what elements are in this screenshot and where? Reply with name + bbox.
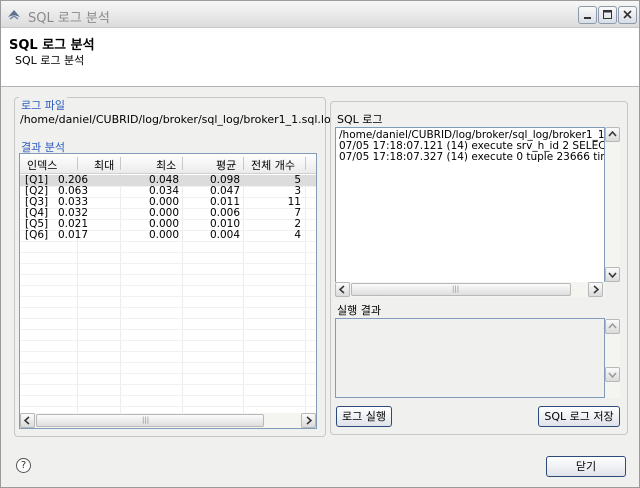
arrow-down-icon [608, 372, 617, 379]
table-gridline [20, 285, 316, 286]
table-gridline [20, 329, 316, 330]
scroll-left-button[interactable] [335, 282, 350, 297]
sql-log-scroll-thumb[interactable]: ||| [351, 283, 571, 296]
table-gridline [20, 307, 316, 308]
table-gridline [20, 362, 316, 363]
exec-result-label: 실행 결과 [337, 304, 381, 317]
exec-result-textarea[interactable] [335, 318, 605, 398]
close-button[interactable]: 닫기 [546, 456, 626, 477]
table-gridline [20, 406, 316, 407]
header-title: SQL 로그 분석 [9, 38, 95, 53]
maximize-icon [603, 10, 612, 19]
table-gridline [20, 373, 316, 374]
arrow-left-icon [23, 416, 30, 425]
app-icon [8, 10, 20, 20]
scroll-up-button[interactable] [605, 319, 620, 334]
arrow-right-icon [306, 416, 313, 425]
analysis-table[interactable]: 인덱스 최대 최소 평균 전체 개수 [Q1] 0.206 0.048 0.09… [19, 153, 317, 429]
scroll-down-button[interactable] [605, 267, 620, 282]
sql-log-analysis-dialog: SQL 로그 분석 SQL 로그 분석 SQL 로그 분석 로그 파일 /hom… [0, 0, 640, 488]
header-subtitle: SQL 로그 분석 [15, 54, 85, 67]
table-gridline [20, 384, 316, 385]
log-file-legend: 로그 파일 [19, 97, 67, 113]
table-gridline [20, 274, 316, 275]
table-gridline [20, 263, 316, 264]
table-gridline [20, 340, 316, 341]
table-gridline [20, 351, 316, 352]
sql-log-textarea[interactable]: /home/daniel/CUBRID/log/broker/sql_log/b… [335, 127, 605, 297]
table-gridline [20, 318, 316, 319]
col-count[interactable]: 전체 개수 [251, 157, 295, 173]
log-file-group: 로그 파일 /home/daniel/CUBRID/log/broker/sql… [17, 97, 331, 131]
log-file-path: /home/daniel/CUBRID/log/broker/sql_log/b… [20, 113, 331, 126]
exec-result-vertical-scrollbar[interactable] [605, 319, 620, 398]
sql-log-label: SQL 로그 [337, 113, 383, 126]
arrow-up-icon [608, 322, 617, 329]
col-min[interactable]: 최소 [156, 157, 176, 173]
minimize-icon [584, 17, 591, 19]
scroll-right-button[interactable] [301, 413, 316, 428]
help-icon[interactable]: ? [16, 458, 31, 473]
table-gridline [20, 252, 316, 253]
table-header: 인덱스 최대 최소 평균 전체 개수 [20, 154, 316, 174]
sql-log-horizontal-scrollbar[interactable]: ||| [335, 282, 605, 297]
table-scroll-thumb[interactable]: ||| [36, 414, 264, 427]
table-horizontal-scrollbar[interactable]: ||| [20, 413, 316, 428]
run-log-button[interactable]: 로그 실행 [336, 406, 392, 427]
close-window-button[interactable] [618, 6, 637, 24]
minimize-button[interactable] [578, 6, 597, 24]
dialog-header: SQL 로그 분석 SQL 로그 분석 [1, 28, 639, 87]
table-row[interactable]: [Q6] 0.017 0.000 0.004 4 [20, 230, 316, 241]
maximize-button[interactable] [598, 6, 617, 24]
window-title: SQL 로그 분석 [28, 11, 110, 26]
table-gridline [20, 241, 316, 242]
save-sql-log-button[interactable]: SQL 로그 저장 [538, 406, 620, 427]
close-icon [623, 10, 632, 19]
arrow-down-icon [608, 272, 617, 279]
sql-log-vertical-scrollbar[interactable] [605, 127, 620, 282]
title-bar[interactable]: SQL 로그 분석 [1, 1, 639, 28]
col-avg[interactable]: 평균 [216, 157, 236, 173]
arrow-left-icon [338, 285, 345, 294]
scroll-up-button[interactable] [605, 127, 620, 142]
col-index[interactable]: 인덱스 [27, 157, 57, 173]
table-gridline [20, 296, 316, 297]
scroll-left-button[interactable] [20, 413, 35, 428]
sql-log-line: 07/05 17:18:07.327 (14) execute 0 tuple … [339, 151, 604, 163]
arrow-right-icon [593, 285, 600, 294]
col-max[interactable]: 최대 [94, 157, 114, 173]
arrow-up-icon [608, 130, 617, 137]
table-gridline [20, 395, 316, 396]
scroll-right-button[interactable] [588, 282, 603, 297]
scroll-down-button[interactable] [605, 367, 620, 382]
